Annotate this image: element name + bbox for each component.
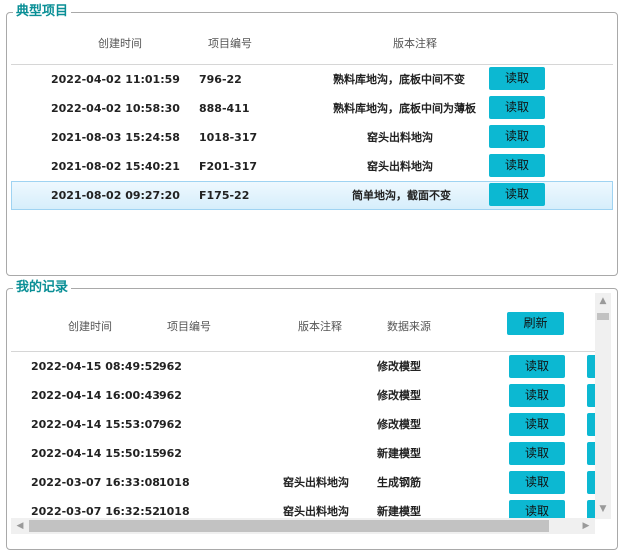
version-note-cell: 窑头出料地沟 [367,131,433,144]
extra-button-clipped[interactable] [587,442,595,465]
version-note-cell: 窑头出料地沟 [367,160,433,173]
project-number-cell: 888-411 [199,102,250,115]
table-row-selected[interactable]: 2021-08-02 09:27:20 F175-22 简单地沟，截面不变 读取 [11,181,613,210]
read-button[interactable]: 读取 [489,96,545,119]
typical-projects-group: 典型项目 创建时间 项目编号 版本注释 2022-04-02 11:01:59 … [6,4,618,276]
table-row[interactable]: 2022-04-14 15:53:07 962 修改模型 读取 [11,410,595,439]
created-time-cell: 2022-04-14 15:53:07 [31,418,160,431]
read-button[interactable]: 读取 [489,154,545,177]
created-time-cell: 2022-03-07 16:32:52 [31,505,160,518]
header-version-note: 版本注释 [393,37,437,50]
project-number-cell: 962 [159,360,182,373]
vertical-scroll-thumb[interactable] [597,313,609,320]
project-number-cell: 1018 [159,476,190,489]
table-row[interactable]: 2022-04-02 11:01:59 796-22 熟料库地沟，底板中间不变 … [11,65,613,94]
project-number-cell: F201-317 [199,160,258,173]
project-number-cell: 1018 [159,505,190,518]
version-note-cell: 熟料库地沟，底板中间为薄板 [333,102,476,115]
created-time-cell: 2021-08-03 15:24:58 [51,131,180,144]
read-button[interactable]: 读取 [509,384,565,407]
table-row[interactable]: 2022-04-14 16:00:43 962 修改模型 读取 [11,381,595,410]
table-row[interactable]: 2022-04-15 08:49:52 962 修改模型 读取 [11,352,595,381]
table-row[interactable]: 2022-03-07 16:32:52 1018 窑头出料地沟 新建模型 读取 [11,497,595,518]
header-created-time: 创建时间 [98,37,142,50]
refresh-button[interactable]: 刷新 [507,312,564,335]
created-time-cell: 2021-08-02 15:40:21 [51,160,180,173]
data-source-cell: 修改模型 [377,389,421,402]
created-time-cell: 2022-04-14 16:00:43 [31,389,160,402]
extra-button-clipped[interactable] [587,355,595,378]
project-number-cell: F175-22 [199,189,250,202]
arrow-left-icon[interactable]: ◀ [13,520,27,532]
extra-button-clipped[interactable] [587,471,595,494]
typical-projects-title: 典型项目 [13,4,72,20]
extra-button-clipped[interactable] [587,384,595,407]
read-button[interactable]: 读取 [509,413,565,436]
my-records-title: 我的记录 [13,280,72,296]
version-note-cell: 窑头出料地沟 [283,476,349,489]
read-button[interactable]: 读取 [489,125,545,148]
read-button[interactable]: 读取 [509,442,565,465]
table-row[interactable]: 2021-08-02 15:40:21 F201-317 窑头出料地沟 读取 [11,152,613,181]
read-button[interactable]: 读取 [489,183,545,206]
read-button[interactable]: 读取 [509,500,565,518]
created-time-cell: 2021-08-02 09:27:20 [51,189,180,202]
version-note-cell: 窑头出料地沟 [283,505,349,518]
table-row[interactable]: 2021-08-03 15:24:58 1018-317 窑头出料地沟 读取 [11,123,613,152]
project-number-cell: 796-22 [199,73,242,86]
extra-button-clipped[interactable] [587,500,595,518]
header-created-time: 创建时间 [68,320,112,333]
data-source-cell: 新建模型 [377,447,421,460]
header-project-number: 项目编号 [208,37,252,50]
read-button[interactable]: 读取 [509,471,565,494]
horizontal-scroll-thumb[interactable] [29,520,549,532]
created-time-cell: 2022-04-15 08:49:52 [31,360,160,373]
horizontal-scrollbar[interactable]: ◀ ▶ [11,518,595,534]
arrow-down-icon[interactable]: ▼ [596,503,610,515]
data-source-cell: 新建模型 [377,505,421,518]
data-source-cell: 修改模型 [377,360,421,373]
header-version-note: 版本注释 [298,320,342,333]
table-row[interactable]: 2022-04-02 10:58:30 888-411 熟料库地沟，底板中间为薄… [11,94,613,123]
data-source-cell: 生成钢筋 [377,476,421,489]
extra-button-clipped[interactable] [587,413,595,436]
version-note-cell: 简单地沟，截面不变 [352,189,451,202]
created-time-cell: 2022-03-07 16:33:08 [31,476,160,489]
my-records-group: 我的记录 创建时间 项目编号 版本注释 数据来源 刷新 2022-04-15 0… [6,280,618,550]
table-row[interactable]: 2022-03-07 16:33:08 1018 窑头出料地沟 生成钢筋 读取 [11,468,595,497]
project-number-cell: 962 [159,447,182,460]
read-button[interactable]: 读取 [489,67,545,90]
created-time-cell: 2022-04-02 11:01:59 [51,73,180,86]
project-number-cell: 962 [159,389,182,402]
header-project-number: 项目编号 [167,320,211,333]
version-note-cell: 熟料库地沟，底板中间不变 [333,73,465,86]
project-number-cell: 962 [159,418,182,431]
vertical-scrollbar[interactable]: ▲ ▼ [595,293,611,519]
header-data-source: 数据来源 [387,320,431,333]
data-source-cell: 修改模型 [377,418,421,431]
arrow-up-icon[interactable]: ▲ [596,295,610,307]
arrow-right-icon[interactable]: ▶ [579,520,593,532]
read-button[interactable]: 读取 [509,355,565,378]
created-time-cell: 2022-04-02 10:58:30 [51,102,180,115]
created-time-cell: 2022-04-14 15:50:15 [31,447,160,460]
project-number-cell: 1018-317 [199,131,258,144]
table-row[interactable]: 2022-04-14 15:50:15 962 新建模型 读取 [11,439,595,468]
